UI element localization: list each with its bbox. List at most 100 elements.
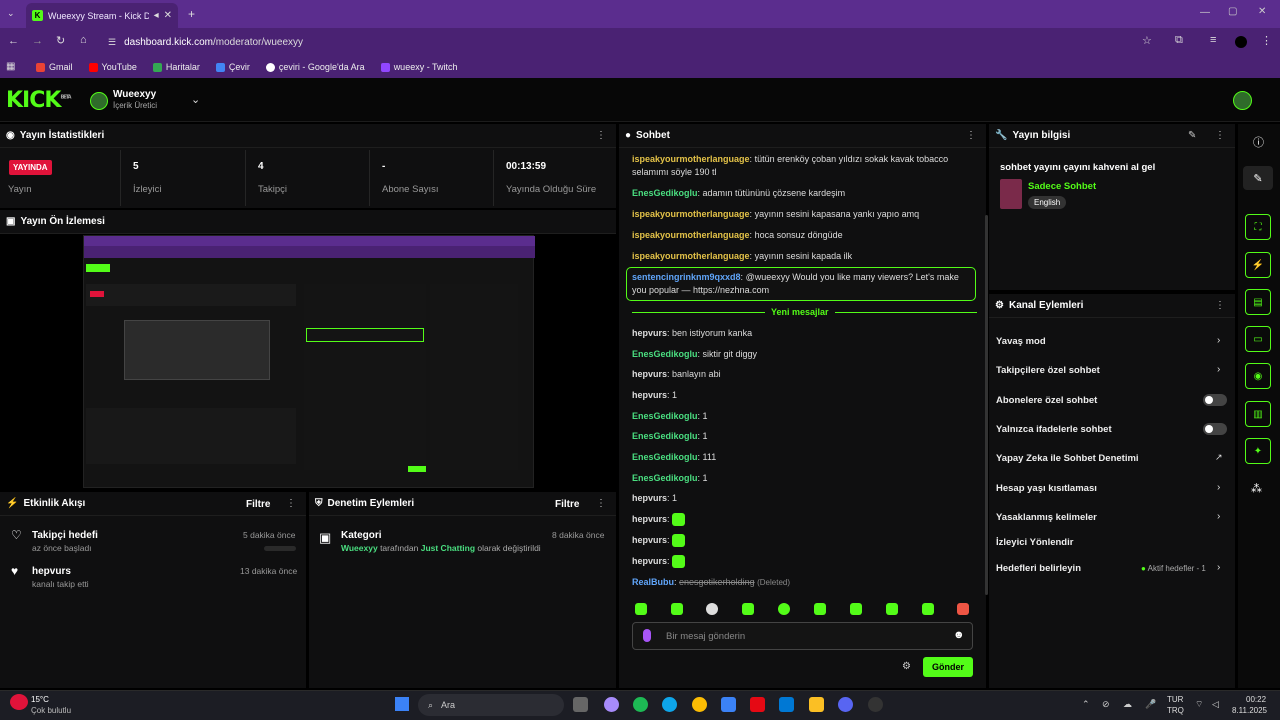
chevron-right-icon[interactable]: › (1217, 364, 1220, 375)
emote-4-icon[interactable] (742, 603, 754, 615)
chat-icon[interactable]: ▭ (1245, 326, 1271, 352)
bookmark-translate[interactable]: Çevir (215, 62, 250, 72)
windows-start-icon[interactable] (395, 697, 409, 711)
streaminfo-menu-icon[interactable]: ⋮ (1215, 130, 1225, 141)
forward-icon[interactable]: → (32, 35, 43, 47)
tray-mic-icon[interactable]: 🎤 (1145, 699, 1156, 710)
discord-icon[interactable] (838, 697, 853, 712)
bookmark-youtube[interactable]: YouTube (88, 62, 137, 72)
activity-item-name[interactable]: hepvurs (32, 566, 71, 577)
emote-5-icon[interactable] (778, 603, 790, 615)
back-icon[interactable]: ← (8, 35, 19, 47)
channel-name[interactable]: Wueexyy (113, 89, 156, 100)
action-followers-only[interactable]: Takipçilere özel sohbet (996, 365, 1100, 376)
tab-search-icon[interactable]: ⌄ (7, 8, 15, 19)
action-raid[interactable]: İzleyici Yönlendir (996, 537, 1073, 548)
window-close-icon[interactable]: ✕ (1258, 6, 1266, 17)
activity-filter-button[interactable]: Filtre (246, 499, 270, 510)
home-icon[interactable]: ⌂ (80, 34, 87, 46)
bookmark-star-icon[interactable]: ☆ (1142, 34, 1152, 47)
bookmark-google-search[interactable]: çeviri - Google'da Ara (265, 62, 365, 72)
tray-cloud-icon[interactable]: ☁ (1123, 699, 1132, 710)
store-icon[interactable] (721, 697, 736, 712)
chrome-icon[interactable] (692, 697, 707, 712)
info-icon[interactable]: ⓘ (1253, 134, 1264, 150)
obs-icon[interactable] (868, 697, 883, 712)
stream-category[interactable]: Sadece Sohbet (1028, 181, 1096, 192)
action-account-age[interactable]: Hesap yaşı kısıtlaması (996, 483, 1097, 494)
weather-icon[interactable] (10, 694, 28, 710)
browser-menu-icon[interactable]: ⋮ (1261, 34, 1272, 47)
stats-menu-icon[interactable]: ⋮ (596, 130, 606, 141)
reload-icon[interactable]: ↻ (56, 34, 65, 47)
new-messages-label[interactable]: Yeni mesajlar (765, 307, 835, 317)
taskbar-search[interactable]: ⌕ Ara (418, 694, 564, 716)
chevron-right-icon[interactable]: › (1217, 562, 1220, 573)
tools-icon[interactable]: ✦ (1245, 438, 1271, 464)
wifi-icon[interactable]: ⌔ (1195, 699, 1203, 710)
extensions-icon[interactable]: ⧉ (1175, 34, 1183, 47)
chat-scrollbar[interactable] (985, 215, 988, 595)
emote-2-icon[interactable] (671, 603, 683, 615)
tray-app-icon[interactable]: ⊘ (1102, 699, 1110, 710)
netflix-icon[interactable] (750, 697, 765, 712)
input-language[interactable]: TUR (1167, 695, 1183, 704)
emote-7-icon[interactable] (850, 603, 862, 615)
spotify-icon[interactable] (633, 697, 648, 712)
chevron-right-icon[interactable]: › (1217, 335, 1220, 346)
stream-preview-video[interactable] (83, 235, 535, 488)
action-slow-mode[interactable]: Yavaş mod (996, 336, 1046, 347)
broadcast-icon[interactable]: ◉ (1245, 363, 1271, 389)
action-set-goals[interactable]: Hedefleri belirleyin (996, 563, 1081, 574)
chevron-right-icon[interactable]: › (1217, 482, 1220, 493)
apps-grid-icon[interactable]: ▦ (6, 61, 15, 72)
kick-logo[interactable]: KICKBETA (6, 88, 72, 113)
modactions-menu-icon[interactable]: ⋮ (596, 498, 606, 509)
microphone-icon[interactable] (643, 629, 651, 642)
channel-avatar[interactable] (90, 92, 108, 110)
chevron-right-icon[interactable]: › (1217, 511, 1220, 522)
clock-time[interactable]: 00:22 (1246, 695, 1266, 704)
chat-menu-icon[interactable]: ⋮ (966, 130, 976, 141)
maximize-icon[interactable]: ▢ (1228, 6, 1237, 17)
channel-actions-menu-icon[interactable]: ⋮ (1215, 300, 1225, 311)
user-avatar[interactable] (1233, 91, 1252, 110)
fullscreen-icon[interactable]: ⛶ (1245, 214, 1271, 240)
edge-icon[interactable] (662, 697, 677, 712)
emote-9-icon[interactable] (922, 603, 934, 615)
emote-3-icon[interactable] (706, 603, 718, 615)
minimize-icon[interactable]: — (1200, 7, 1210, 18)
clipboard-icon[interactable]: ▤ (1245, 289, 1271, 315)
bookmark-twitch[interactable]: wueexy - Twitch (380, 62, 458, 72)
external-link-icon[interactable]: ↗ (1215, 452, 1223, 463)
site-info-icon[interactable]: ☰ (108, 37, 116, 48)
modactions-filter-button[interactable]: Filtre (555, 499, 579, 510)
volume-icon[interactable]: ◁ (1212, 699, 1219, 710)
task-view-icon[interactable] (573, 697, 588, 712)
browser-tab[interactable]: K Wueexyy Stream - Kick Da ◂ ✕ (26, 3, 178, 28)
emote-10-icon[interactable] (957, 603, 969, 615)
tray-chevron-icon[interactable]: ⌃ (1082, 699, 1090, 710)
channel-switch-chevron-icon[interactable]: ⌄ (191, 93, 200, 106)
chat-input[interactable]: Bir mesaj gönderin ☻ (632, 622, 973, 650)
emote-1-icon[interactable] (635, 603, 647, 615)
layout-icon[interactable]: ▥ (1245, 401, 1271, 427)
action-emotes-only[interactable]: Yalnızca ifadelerle sohbet (996, 424, 1112, 435)
file-explorer-icon[interactable] (809, 697, 824, 712)
bookmark-maps[interactable]: Haritalar (152, 62, 200, 72)
outlook-icon[interactable] (779, 697, 794, 712)
action-ai-moderation[interactable]: Yapay Zeka ile Sohbet Denetimi (996, 453, 1139, 464)
new-tab-icon[interactable]: + (188, 7, 195, 21)
copilot-icon[interactable] (604, 697, 619, 712)
emote-8-icon[interactable] (886, 603, 898, 615)
emotes-only-toggle[interactable] (1203, 423, 1227, 435)
tab-close-icon[interactable]: ✕ (164, 10, 172, 21)
action-banned-words[interactable]: Yasaklanmış kelimeler (996, 512, 1097, 523)
profile-avatar[interactable] (1235, 36, 1247, 48)
widgets-icon[interactable]: ⁂ (1251, 482, 1262, 495)
lightning-icon[interactable]: ⚡ (1245, 252, 1271, 278)
weather-temp[interactable]: 15°C (31, 695, 49, 704)
emote-6-icon[interactable] (814, 603, 826, 615)
chat-settings-gear-icon[interactable]: ⚙ (902, 661, 911, 672)
activity-menu-icon[interactable]: ⋮ (286, 498, 296, 509)
